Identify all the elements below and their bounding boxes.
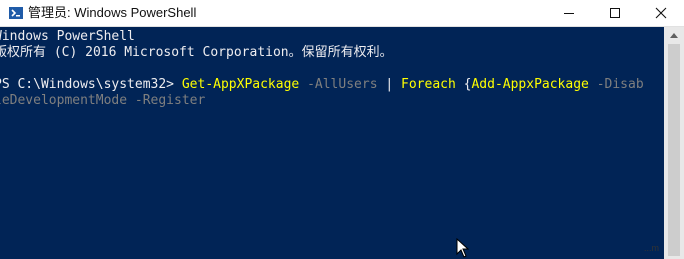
console-copyright-line: 版权所有 (C) 2016 Microsoft Corporation。保留所有… xyxy=(0,45,393,60)
maximize-button[interactable] xyxy=(592,0,638,26)
console-command-continuation: leDevelopmentMode -Register xyxy=(0,93,206,108)
chevron-up-icon xyxy=(670,33,678,38)
minimize-button[interactable] xyxy=(546,0,592,26)
powershell-window: 管理员: Windows PowerShell Windows PowerShe… xyxy=(0,0,684,259)
command-foreach: Foreach xyxy=(401,77,456,92)
mouse-cursor-icon xyxy=(456,237,470,258)
close-button[interactable] xyxy=(638,0,684,26)
vertical-scrollbar[interactable] xyxy=(664,27,684,259)
minimize-icon xyxy=(564,13,574,14)
console-output[interactable]: Windows PowerShell 版权所有 (C) 2016 Microso… xyxy=(0,27,664,259)
console-header-line: Windows PowerShell xyxy=(0,29,135,44)
powershell-icon xyxy=(8,5,24,21)
scrollbar-thumb[interactable] xyxy=(668,44,680,256)
close-icon xyxy=(655,7,667,19)
scroll-up-button[interactable] xyxy=(664,27,684,43)
console-command-line: PS C:\Windows\system32> Get-AppXPackage … xyxy=(0,77,644,93)
watermark-text: ...m xyxy=(644,243,659,253)
prompt: PS C:\Windows\system32> xyxy=(0,77,182,92)
script-block-start: { xyxy=(455,77,472,92)
window-title: 管理员: Windows PowerShell xyxy=(28,5,197,20)
parameter-allusers: -AllUsers xyxy=(299,77,378,92)
command-get-appxpackage: Get-AppXPackage xyxy=(181,77,300,92)
command-add-appxpackage: Add-AppxPackage xyxy=(471,77,589,92)
pipe-operator: | xyxy=(377,77,402,92)
maximize-icon xyxy=(610,8,620,18)
title-bar[interactable]: 管理员: Windows PowerShell xyxy=(0,0,684,27)
parameter-disable-part1: -Disab xyxy=(588,77,644,92)
